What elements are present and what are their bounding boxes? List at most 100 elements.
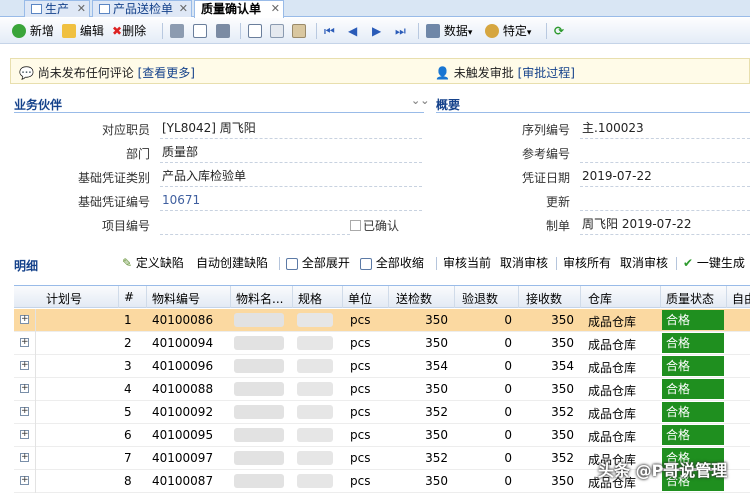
confirmed-label: 已确认 <box>363 219 400 233</box>
close-icon[interactable]: ✕ <box>77 1 86 17</box>
base-doc-type-field[interactable]: 产品入库检验单 <box>160 167 422 187</box>
table-row[interactable]: +6 40100095 pcs 350 0 350 成品仓库 合格 <box>14 424 750 447</box>
comment-notice: 💬 尚未发布任何评论 [查看更多] <box>19 64 195 81</box>
expand-row-icon[interactable]: + <box>20 338 29 347</box>
reject-qty-cell: 0 <box>504 336 512 350</box>
department-field[interactable]: 质量部 <box>160 143 422 163</box>
col-header[interactable]: 送检数 <box>396 290 432 307</box>
cancel-audit-label: 取消审核 <box>500 256 549 270</box>
copy-button[interactable] <box>270 22 284 40</box>
col-divider <box>660 286 661 308</box>
col-header[interactable]: 规格 <box>298 290 322 307</box>
material-code-cell: 40100094 <box>152 336 214 350</box>
view-more-link[interactable]: [查看更多] <box>138 66 195 80</box>
edit-button[interactable]: 编辑 <box>62 22 104 40</box>
unit-cell: pcs <box>350 359 371 373</box>
collapse-icon[interactable]: ⌄⌄ <box>411 94 429 107</box>
table-row[interactable]: +1 40100086 pcs 350 0 350 成品仓库 合格 <box>14 309 750 332</box>
tab-production[interactable]: 生产 ✕ <box>24 0 90 17</box>
unit-cell: pcs <box>350 336 371 350</box>
base-doc-number-link[interactable]: 10671 <box>160 191 422 211</box>
field-label: 序列编号 <box>521 123 570 137</box>
next-record-button[interactable]: ▶ <box>372 22 381 40</box>
col-header[interactable]: 仓库 <box>588 290 612 307</box>
reject-qty-cell: 0 <box>504 382 512 396</box>
mail-button[interactable] <box>248 22 262 40</box>
confirmed-checkbox[interactable]: 已确认 <box>350 217 399 234</box>
col-header[interactable]: 验退数 <box>462 290 498 307</box>
audit-all-label: 审核所有 <box>563 256 612 270</box>
voucher-date-field[interactable]: 2019-07-22 <box>580 167 750 187</box>
table-row[interactable]: +5 40100092 pcs 352 0 352 成品仓库 合格 <box>14 401 750 424</box>
col-header[interactable]: 接收数 <box>526 290 562 307</box>
redacted-material-name <box>234 428 284 442</box>
special-menu-button[interactable]: 特定▾ <box>485 22 531 40</box>
expand-row-icon[interactable]: + <box>20 476 29 485</box>
collapse-all-button[interactable]: 全部收缩 <box>360 253 424 273</box>
update-field <box>580 191 750 211</box>
cancel-audit-all-button[interactable]: 取消审核 <box>620 253 668 273</box>
delete-icon: ✖ <box>112 24 123 38</box>
serial-number-field[interactable]: 主.100023 <box>580 119 750 139</box>
watermark: 头条 @P哥说管理 <box>598 461 728 480</box>
print-button[interactable] <box>216 22 230 40</box>
col-header[interactable]: # <box>124 290 134 304</box>
close-icon[interactable]: ✕ <box>271 1 280 17</box>
expand-row-icon[interactable]: + <box>20 315 29 324</box>
employee-field[interactable]: [YL8042] 周飞阳 <box>160 119 422 139</box>
prev-record-button[interactable]: ◀ <box>348 22 357 40</box>
reference-number-field[interactable] <box>580 143 750 163</box>
col-header[interactable]: 物料编号 <box>152 290 200 307</box>
separator <box>676 257 677 270</box>
expand-row-icon[interactable]: + <box>20 430 29 439</box>
last-record-button[interactable]: ⏭ <box>395 22 406 40</box>
inspect-qty-cell: 350 <box>425 474 448 488</box>
table-row[interactable]: +2 40100094 pcs 350 0 350 成品仓库 合格 <box>14 332 750 355</box>
separator <box>556 257 557 270</box>
quality-status-badge: 合格 <box>662 402 724 422</box>
preview-button[interactable] <box>193 22 207 40</box>
comment-text: 尚未发布任何评论 <box>37 66 134 80</box>
row-number-cell: 5 <box>124 405 132 419</box>
tab-quality-confirm[interactable]: 质量确认单 ✕ <box>194 0 284 18</box>
paste-button[interactable] <box>292 22 306 40</box>
expand-row-icon[interactable]: + <box>20 361 29 370</box>
auto-create-defect-button[interactable]: 自动创建缺陷 <box>196 253 268 273</box>
audit-current-button[interactable]: 审核当前 <box>443 253 491 273</box>
col-header[interactable]: 计划号 <box>46 290 82 307</box>
expand-row-icon[interactable]: + <box>20 384 29 393</box>
first-record-button[interactable]: ⏮ <box>324 22 335 40</box>
field-label: 对应职员 <box>101 123 150 137</box>
col-header[interactable]: 质量状态 <box>666 290 714 307</box>
col-header[interactable]: 自由 <box>732 290 750 307</box>
one-key-generate-button[interactable]: ✔ 一键生成 <box>683 253 745 273</box>
approval-process-link[interactable]: [审批过程] <box>518 66 575 80</box>
material-code-cell: 40100087 <box>152 474 214 488</box>
separator <box>418 23 419 39</box>
col-header[interactable]: 单位 <box>348 290 372 307</box>
table-row[interactable]: +3 40100096 pcs 354 0 354 成品仓库 合格 <box>14 355 750 378</box>
settings-button[interactable] <box>170 22 184 40</box>
main-toolbar: 新增 编辑 ✖删除 ⏮ ◀ ▶ ⏭ 数据▾ 特定▾ ⟳ <box>0 18 750 44</box>
expand-row-icon[interactable]: + <box>20 407 29 416</box>
delete-button[interactable]: ✖删除 <box>112 22 146 40</box>
tab-inspection-order[interactable]: 产品送检单 ✕ <box>92 0 192 17</box>
cancel-audit-button[interactable]: 取消审核 <box>500 253 548 273</box>
data-menu-button[interactable]: 数据▾ <box>426 22 472 40</box>
expand-row-icon[interactable]: + <box>20 453 29 462</box>
field-label: 凭证日期 <box>521 171 570 185</box>
delete-label: 删除 <box>122 24 147 38</box>
close-icon[interactable]: ✕ <box>179 1 188 17</box>
col-divider <box>230 286 231 308</box>
expand-all-button[interactable]: 全部展开 <box>286 253 350 273</box>
col-header[interactable]: 物料名... <box>236 290 283 307</box>
audit-all-button[interactable]: 审核所有 <box>563 253 611 273</box>
table-row[interactable]: +4 40100088 pcs 350 0 350 成品仓库 合格 <box>14 378 750 401</box>
define-defect-button[interactable]: ✎ 定义缺陷 <box>122 253 184 273</box>
inspect-qty-cell: 354 <box>425 359 448 373</box>
new-button[interactable]: 新增 <box>12 22 54 40</box>
refresh-button[interactable]: ⟳ <box>554 22 564 40</box>
gear-icon <box>170 24 184 38</box>
material-code-cell: 40100092 <box>152 405 214 419</box>
project-number-field[interactable] <box>160 215 350 235</box>
